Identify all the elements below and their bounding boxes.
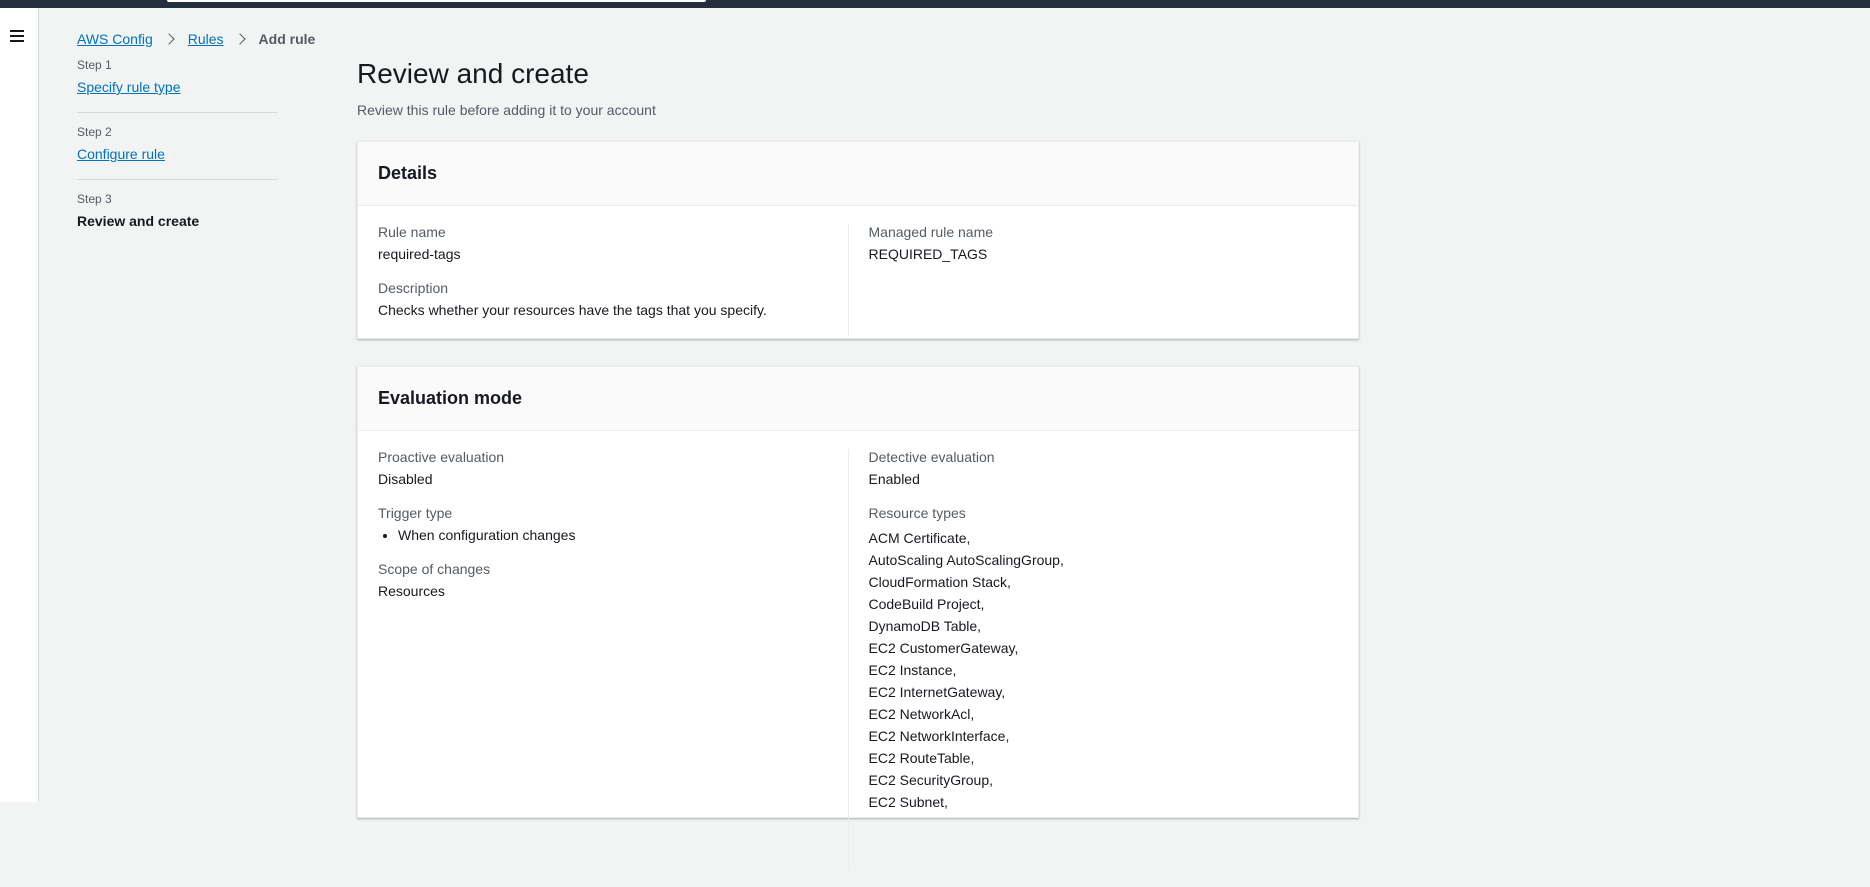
scope-of-changes-label: Scope of changes <box>378 561 491 577</box>
details-left-column: Rule name required-tags Description Chec… <box>378 224 849 336</box>
evaluation-right-column: Detective evaluation Enabled Resource ty… <box>869 449 1339 869</box>
managed-rule-name-label: Managed rule name <box>868 224 994 240</box>
proactive-evaluation-value: Disabled <box>378 471 433 487</box>
step-current-review-and-create: Review and create <box>77 213 200 229</box>
proactive-evaluation-label: Proactive evaluation <box>378 449 505 465</box>
details-right-column: Managed rule name REQUIRED_TAGS <box>869 224 1339 336</box>
resource-types-label: Resource types <box>868 505 966 521</box>
wizard-steps: Step 1 Specify rule type Step 2 Configur… <box>77 58 277 256</box>
list-item: EC2 InternetGateway, <box>868 684 1006 700</box>
page-description: Review this rule before adding it to you… <box>357 102 656 118</box>
list-item: EC2 CustomerGateway, <box>868 640 1019 656</box>
evaluation-mode-panel: Evaluation mode Proactive evaluation Dis… <box>357 366 1359 869</box>
step-link-specify-rule-type[interactable]: Specify rule type <box>77 79 181 95</box>
list-item: When configuration changes <box>398 527 848 543</box>
step-number: Step 2 <box>77 125 112 139</box>
search-input[interactable] <box>167 0 706 2</box>
details-panel: Details Rule name required-tags Descript… <box>357 141 1359 339</box>
description-label: Description <box>378 280 449 296</box>
detective-evaluation-label: Detective evaluation <box>868 449 995 465</box>
evaluation-left-column: Proactive evaluation Disabled Trigger ty… <box>378 449 849 869</box>
chevron-right-icon <box>163 33 175 45</box>
details-panel-header: Details <box>358 142 1358 206</box>
page-title: Review and create <box>357 58 589 89</box>
breadcrumb-rules[interactable]: Rules <box>188 31 224 47</box>
wizard-step-2: Step 2 Configure rule <box>77 125 277 180</box>
evaluation-mode-panel-title: Evaluation mode <box>378 388 523 408</box>
wizard-step-3: Step 3 Review and create <box>77 192 277 244</box>
step-link-configure-rule[interactable]: Configure rule <box>77 146 165 162</box>
list-item: EC2 NetworkInterface, <box>868 728 1010 744</box>
top-navigation-bar <box>0 0 1870 8</box>
list-item: EC2 RouteTable, <box>868 750 975 766</box>
trigger-type-list: When configuration changes <box>378 527 848 543</box>
resource-types-list: ACM Certificate, AutoScaling AutoScaling… <box>869 527 1339 813</box>
list-item: EC2 NetworkAcl, <box>868 706 975 722</box>
hamburger-menu-icon[interactable] <box>9 28 25 44</box>
wizard-step-1: Step 1 Specify rule type <box>77 58 277 113</box>
step-number: Step 1 <box>77 58 112 72</box>
list-item: CodeBuild Project, <box>868 596 985 612</box>
rule-name-label: Rule name <box>378 224 446 240</box>
list-item: AutoScaling AutoScalingGroup, <box>868 552 1064 568</box>
chevron-right-icon <box>233 33 246 45</box>
side-navigation-rail <box>0 8 39 802</box>
description-value: Checks whether your resources have the t… <box>378 302 767 318</box>
rule-name-value: required-tags <box>378 246 461 262</box>
list-item: EC2 Instance, <box>868 662 957 678</box>
managed-rule-name-value: REQUIRED_TAGS <box>868 246 988 262</box>
step-number: Step 3 <box>77 192 112 206</box>
list-item: DynamoDB Table, <box>868 618 982 634</box>
evaluation-mode-panel-header: Evaluation mode <box>358 367 1358 431</box>
scope-of-changes-value: Resources <box>378 583 445 599</box>
details-panel-title: Details <box>378 163 438 183</box>
detective-evaluation-value: Enabled <box>868 471 920 487</box>
list-item: EC2 Subnet, <box>868 794 948 810</box>
trigger-type-label: Trigger type <box>378 505 453 521</box>
breadcrumb: AWS Config Rules Add rule <box>77 31 315 47</box>
list-item: ACM Certificate, <box>868 530 971 546</box>
list-item: EC2 SecurityGroup, <box>868 772 994 788</box>
list-item: CloudFormation Stack, <box>868 574 1011 590</box>
breadcrumb-aws-config[interactable]: AWS Config <box>77 31 153 47</box>
breadcrumb-current: Add rule <box>258 31 316 47</box>
